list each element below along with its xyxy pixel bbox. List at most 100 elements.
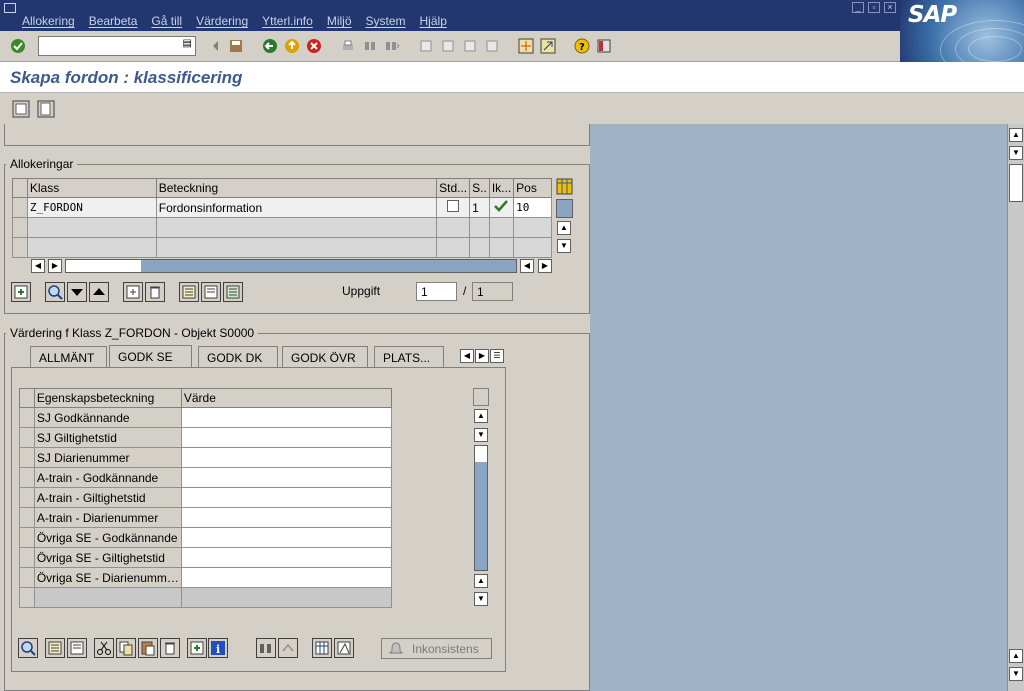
column-pos[interactable]: Pos <box>513 178 552 198</box>
value-input[interactable] <box>180 467 393 488</box>
task-current-field[interactable]: 1 <box>416 282 457 301</box>
tab-list-icon[interactable]: ☰ <box>490 349 504 363</box>
scroll-down-icon[interactable]: ▼ <box>474 428 488 442</box>
value-input[interactable] <box>180 547 393 568</box>
vertical-scroll-thumb[interactable] <box>475 446 487 462</box>
value-input[interactable] <box>180 507 393 528</box>
insert-row-button[interactable] <box>11 282 31 302</box>
cancel-icon[interactable] <box>306 38 322 54</box>
restore-icon[interactable]: ▫ <box>868 2 880 13</box>
horizontal-scrollbar[interactable] <box>65 259 517 273</box>
other-object-icon[interactable] <box>12 100 30 118</box>
shortcut-icon[interactable] <box>540 38 556 54</box>
menu-bearbeta[interactable]: Bearbeta <box>89 14 138 28</box>
value-input[interactable] <box>180 567 393 588</box>
tab-godk-se[interactable]: GODK SE <box>109 345 192 368</box>
empty-cell[interactable] <box>436 237 471 258</box>
scroll-up-icon[interactable]: ▲ <box>1009 128 1023 142</box>
command-field[interactable]: ▤ <box>38 36 196 56</box>
print-icon[interactable] <box>340 38 356 54</box>
value-input[interactable] <box>180 427 393 448</box>
deselect-all-button[interactable] <box>201 282 221 302</box>
row-selector[interactable] <box>12 217 28 238</box>
empty-cell[interactable] <box>488 237 515 258</box>
paste-button[interactable] <box>138 638 158 658</box>
delete-button[interactable] <box>160 638 180 658</box>
row-selector[interactable] <box>19 447 35 468</box>
select-all-button[interactable] <box>179 282 199 302</box>
scroll-down-icon[interactable]: ▼ <box>474 592 488 606</box>
scroll-left-icon[interactable]: ◀ <box>520 259 534 273</box>
column-varde[interactable]: Värde <box>180 388 393 408</box>
empty-cell[interactable] <box>469 237 490 258</box>
previous-page-icon[interactable] <box>440 38 456 54</box>
menu-hjalp[interactable]: Hjälp <box>420 14 447 28</box>
row-selector[interactable] <box>19 527 35 548</box>
empty-cell[interactable] <box>26 217 157 238</box>
window-vertical-scrollbar[interactable]: ▲ ▼ ▲ ▼ <box>1007 124 1024 691</box>
find-next-button[interactable] <box>278 638 298 658</box>
help-icon[interactable]: ? <box>574 38 590 54</box>
scroll-up-icon[interactable]: ▲ <box>474 409 488 423</box>
tab-plats[interactable]: PLATS... <box>374 346 444 368</box>
vertical-scrollbar[interactable] <box>474 445 488 571</box>
enter-check-icon[interactable] <box>10 38 26 54</box>
row-selector[interactable] <box>19 427 35 448</box>
minimize-icon[interactable]: _ <box>852 2 864 13</box>
next-page-icon[interactable] <box>462 38 478 54</box>
empty-cell[interactable] <box>469 217 490 238</box>
inconsistency-button[interactable]: Inkonsistens <box>381 638 492 659</box>
menu-miljo[interactable]: Miljö <box>327 14 352 28</box>
delete-button[interactable] <box>145 282 165 302</box>
command-history-icon[interactable]: ▤ <box>183 38 192 49</box>
scroll-down-icon[interactable]: ▼ <box>1009 146 1023 160</box>
scroll-down-icon[interactable]: ▼ <box>557 239 571 253</box>
cell-beteckning[interactable]: Fordonsinformation <box>155 197 438 218</box>
scroll-up-icon[interactable]: ▲ <box>474 574 488 588</box>
value-input[interactable] <box>180 487 393 508</box>
std-checkbox[interactable] <box>447 200 460 212</box>
empty-cell[interactable] <box>513 217 552 238</box>
insert-value-button[interactable] <box>187 638 207 658</box>
vertical-scroll-thumb[interactable] <box>556 199 573 218</box>
find-icon[interactable] <box>362 38 378 54</box>
cell-pos[interactable]: 10 <box>513 197 552 218</box>
info-button[interactable]: i <box>208 638 228 658</box>
menu-ga-till[interactable]: Gå till <box>151 14 182 28</box>
last-page-icon[interactable] <box>484 38 500 54</box>
menu-ytterl-info[interactable]: Ytterl.info <box>262 14 313 28</box>
exit-icon[interactable] <box>284 38 300 54</box>
cut-button[interactable] <box>94 638 114 658</box>
table-view-button[interactable] <box>312 638 332 658</box>
tab-godk-dk[interactable]: GODK DK <box>198 346 278 368</box>
empty-cell[interactable] <box>26 237 157 258</box>
select-all-button[interactable] <box>45 638 65 658</box>
search-button[interactable] <box>45 282 65 302</box>
select-block-button[interactable] <box>223 282 243 302</box>
empty-cell[interactable] <box>155 217 438 238</box>
column-s[interactable]: S.. <box>469 178 490 198</box>
column-ik[interactable]: Ik... <box>488 178 515 198</box>
select-all-cell[interactable] <box>19 388 35 408</box>
table-settings-icon[interactable] <box>556 178 573 195</box>
find-next-icon[interactable] <box>384 38 400 54</box>
scroll-left-icon[interactable]: ◀ <box>31 259 45 273</box>
deselect-all-button[interactable] <box>67 638 87 658</box>
menu-system[interactable]: System <box>366 14 406 28</box>
value-input[interactable] <box>180 447 393 468</box>
tab-allmant[interactable]: ALLMÄNT <box>30 346 107 368</box>
row-selector[interactable] <box>19 547 35 568</box>
row-selector[interactable] <box>19 487 35 508</box>
menu-allokering[interactable]: Allokering <box>22 14 75 28</box>
scroll-up-icon[interactable]: ▲ <box>557 221 571 235</box>
new-session-icon[interactable] <box>518 38 534 54</box>
empty-cell[interactable] <box>488 217 515 238</box>
move-up-button[interactable] <box>89 282 109 302</box>
row-selector[interactable] <box>12 197 28 218</box>
empty-cell[interactable] <box>513 237 552 258</box>
empty-cell[interactable] <box>436 217 471 238</box>
row-selector[interactable] <box>19 567 35 588</box>
find-button[interactable] <box>256 638 276 658</box>
window-scroll-thumb[interactable] <box>1009 164 1023 202</box>
row-selector[interactable] <box>19 407 35 428</box>
